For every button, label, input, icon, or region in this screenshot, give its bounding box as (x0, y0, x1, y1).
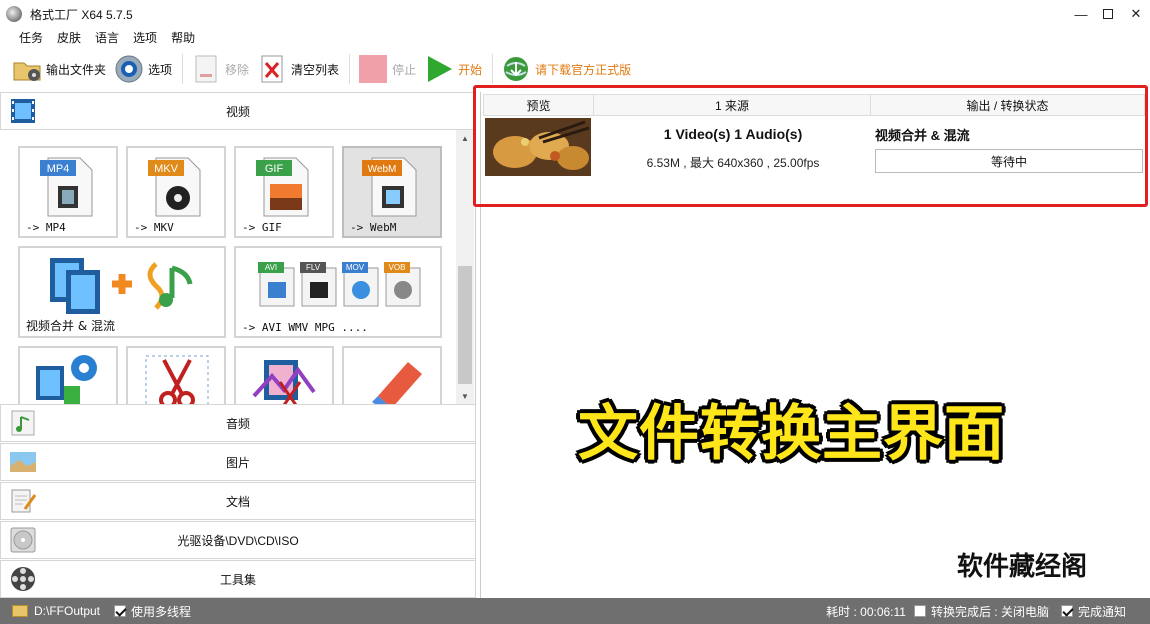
toolbar-separator (182, 54, 184, 84)
multithread-checkbox[interactable] (114, 605, 127, 617)
category-document[interactable]: 文档 (0, 482, 476, 520)
grid-scrollbar[interactable]: ▲ ▼ (456, 130, 474, 404)
disc-drive-icon (9, 526, 37, 554)
toolbar-separator (349, 54, 351, 84)
scroll-thumb[interactable] (458, 266, 472, 384)
tile-to-mp4[interactable]: MP4 -> MP4 (18, 146, 118, 238)
folder-icon (12, 54, 42, 84)
menu-bar: 任务 皮肤 语言 选项 帮助 (0, 28, 1150, 46)
start-button[interactable]: 开始 (424, 49, 482, 89)
app-logo-icon (6, 6, 22, 22)
options-button[interactable]: 选项 (114, 49, 172, 89)
svg-text:VOB: VOB (389, 263, 406, 272)
options-gear-icon (114, 54, 144, 84)
stop-icon (358, 54, 388, 84)
category-panel: 视频 MP4 -> MP4 MKV -> MKV GIF -> GIF WebM… (0, 92, 476, 598)
menu-skin[interactable]: 皮肤 (50, 29, 88, 46)
tile-to-multi-format[interactable]: AVI FLV MOV VOB -> AVI WMV MPG .... (234, 246, 442, 338)
film-reel-tools-icon (9, 565, 37, 593)
clear-list-icon (257, 54, 287, 84)
remove-document-icon (191, 54, 221, 84)
toolbar-separator (492, 54, 494, 84)
film-icon (9, 97, 37, 125)
svg-text:MOV: MOV (346, 263, 365, 272)
window-controls: — ✕ (1068, 0, 1150, 28)
category-disc-device[interactable]: 光驱设备\DVD\CD\ISO (0, 521, 476, 559)
multi-format-icons: AVI FLV MOV VOB (258, 262, 421, 307)
overlay-headline: 文件转换主界面 (578, 399, 1005, 469)
menu-options[interactable]: 选项 (126, 29, 164, 46)
tile-to-webm[interactable]: WebM -> WebM (342, 146, 442, 238)
window-title: 格式工厂 X64 5.7.5 (30, 7, 133, 22)
output-path[interactable]: D:\FFOutput (12, 604, 100, 618)
play-icon (424, 54, 454, 84)
mp4-file-icon: MP4 (40, 157, 93, 217)
mkv-badge: MKV (154, 163, 179, 175)
mp4-badge: MP4 (47, 163, 70, 175)
after-convert-checkbox[interactable] (913, 605, 926, 617)
webm-badge: WebM (368, 164, 397, 175)
folder-icon (12, 605, 28, 617)
menu-help[interactable]: 帮助 (164, 29, 202, 46)
svg-text:AVI: AVI (265, 263, 277, 272)
output-folder-button[interactable]: 输出文件夹 (12, 49, 106, 89)
after-convert-option[interactable]: 转换完成后 : 关闭电脑 (913, 603, 1049, 620)
maximize-icon[interactable] (1094, 0, 1122, 28)
status-bar: D:\FFOutput 使用多线程 耗时 : 00:06:11 转换完成后 : … (0, 598, 1150, 624)
menu-language[interactable]: 语言 (88, 29, 126, 46)
gif-badge: GIF (265, 163, 284, 175)
category-video[interactable]: 视频 (0, 92, 476, 130)
tile-to-gif[interactable]: GIF -> GIF (234, 146, 334, 238)
stop-button[interactable]: 停止 (358, 49, 416, 89)
download-official-link[interactable]: 请下载官方正式版 (501, 49, 631, 89)
svg-text:FLV: FLV (306, 263, 321, 272)
mkv-file-icon: MKV (148, 157, 201, 217)
title-bar: 格式工厂 X64 5.7.5 — ✕ (0, 0, 1150, 28)
category-toolbox[interactable]: 工具集 (0, 560, 476, 598)
scroll-up-arrow-icon[interactable]: ▲ (456, 130, 474, 146)
watermark-text: 软件藏经阁 (957, 552, 1088, 582)
multithread-option[interactable]: 使用多线程 (114, 603, 191, 620)
gif-file-icon: GIF (256, 157, 309, 217)
minimize-icon[interactable]: — (1068, 0, 1094, 28)
document-edit-icon (9, 487, 37, 515)
webm-file-icon: WebM (362, 157, 417, 217)
red-highlight-frame (473, 85, 1148, 207)
menu-task[interactable]: 任务 (12, 29, 50, 46)
globe-download-icon (501, 54, 531, 84)
notify-checkbox[interactable] (1060, 605, 1073, 617)
video-format-grid: MP4 -> MP4 MKV -> MKV GIF -> GIF WebM ->… (0, 130, 456, 404)
tile-video-merge[interactable]: 视频合并 & 混流 (18, 246, 226, 338)
merge-icon (50, 258, 193, 314)
elapsed-time: 耗时 : 00:06:11 (826, 604, 906, 619)
remove-button[interactable]: 移除 (191, 49, 249, 89)
tile-to-mkv[interactable]: MKV -> MKV (126, 146, 226, 238)
clear-list-button[interactable]: 清空列表 (257, 49, 339, 89)
close-icon[interactable]: ✕ (1122, 0, 1150, 28)
notify-option[interactable]: 完成通知 (1060, 603, 1126, 620)
